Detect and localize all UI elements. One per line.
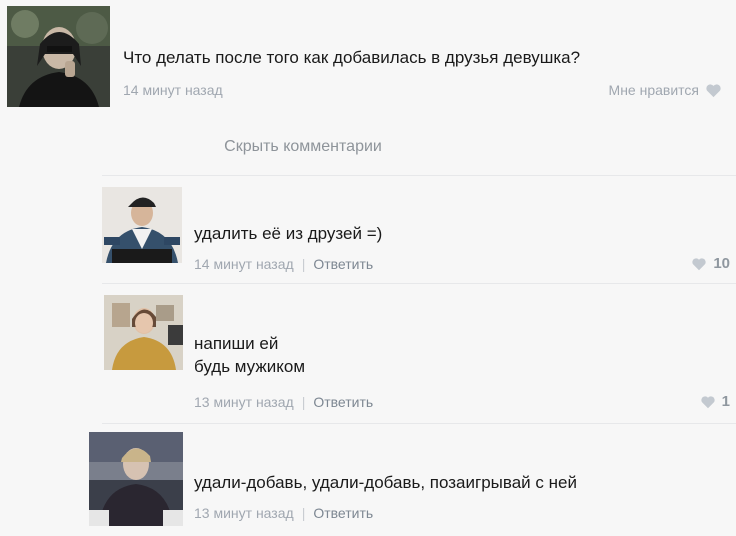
meta-separator: | [301, 394, 306, 410]
post-timestamp[interactable]: 14 минут назад [123, 82, 223, 98]
comment-like-button[interactable]: 1 [700, 393, 730, 410]
comment-author-avatar[interactable] [102, 187, 182, 263]
heart-icon [705, 83, 722, 98]
comment-text-line: напиши ей [194, 334, 279, 353]
reply-button[interactable]: Ответить [313, 394, 373, 410]
post-like-label: Мне нравится [608, 82, 699, 98]
comment-timestamp[interactable]: 13 минут назад [194, 394, 294, 410]
comment-text: напиши ей будь мужиком [194, 332, 305, 378]
comment-text-line: будь мужиком [194, 357, 306, 376]
reply-button[interactable]: Ответить [313, 505, 373, 521]
comment-text-line: удали-добавь, удали-добавь, позаигрывай … [194, 473, 577, 492]
comment-text: удалить её из друзей =) [194, 222, 382, 245]
meta-separator: | [301, 505, 306, 521]
post: Что делать после того как добавилась в д… [0, 0, 736, 118]
comment-text: удали-добавь, удали-добавь, позаигрывай … [194, 471, 577, 494]
heart-icon [691, 257, 707, 271]
divider [102, 423, 736, 424]
meta-separator: | [301, 256, 306, 272]
heart-icon [700, 395, 716, 409]
comment-timestamp[interactable]: 14 минут назад [194, 256, 294, 272]
hide-comments-link[interactable]: Скрыть комментарии [0, 138, 736, 156]
comment-meta: 14 минут назад | Ответить [194, 256, 373, 272]
like-count: 1 [721, 393, 730, 410]
like-count: 10 [713, 255, 730, 272]
comment-text-line: удалить её из друзей =) [194, 224, 383, 243]
comment-author-avatar[interactable] [89, 432, 183, 526]
post-author-avatar[interactable] [7, 6, 110, 107]
comment-timestamp[interactable]: 13 минут назад [194, 505, 294, 521]
divider [102, 175, 736, 176]
comment-author-avatar[interactable] [104, 295, 183, 370]
comment-like-button[interactable]: 10 [691, 255, 730, 272]
post-text: Что делать после того как добавилась в д… [123, 48, 581, 67]
reply-button[interactable]: Ответить [313, 256, 373, 272]
comment-meta: 13 минут назад | Ответить [194, 505, 373, 521]
divider [102, 283, 736, 284]
comment-meta: 13 минут назад | Ответить [194, 394, 373, 410]
post-like-button[interactable]: Мне нравится [609, 82, 722, 98]
